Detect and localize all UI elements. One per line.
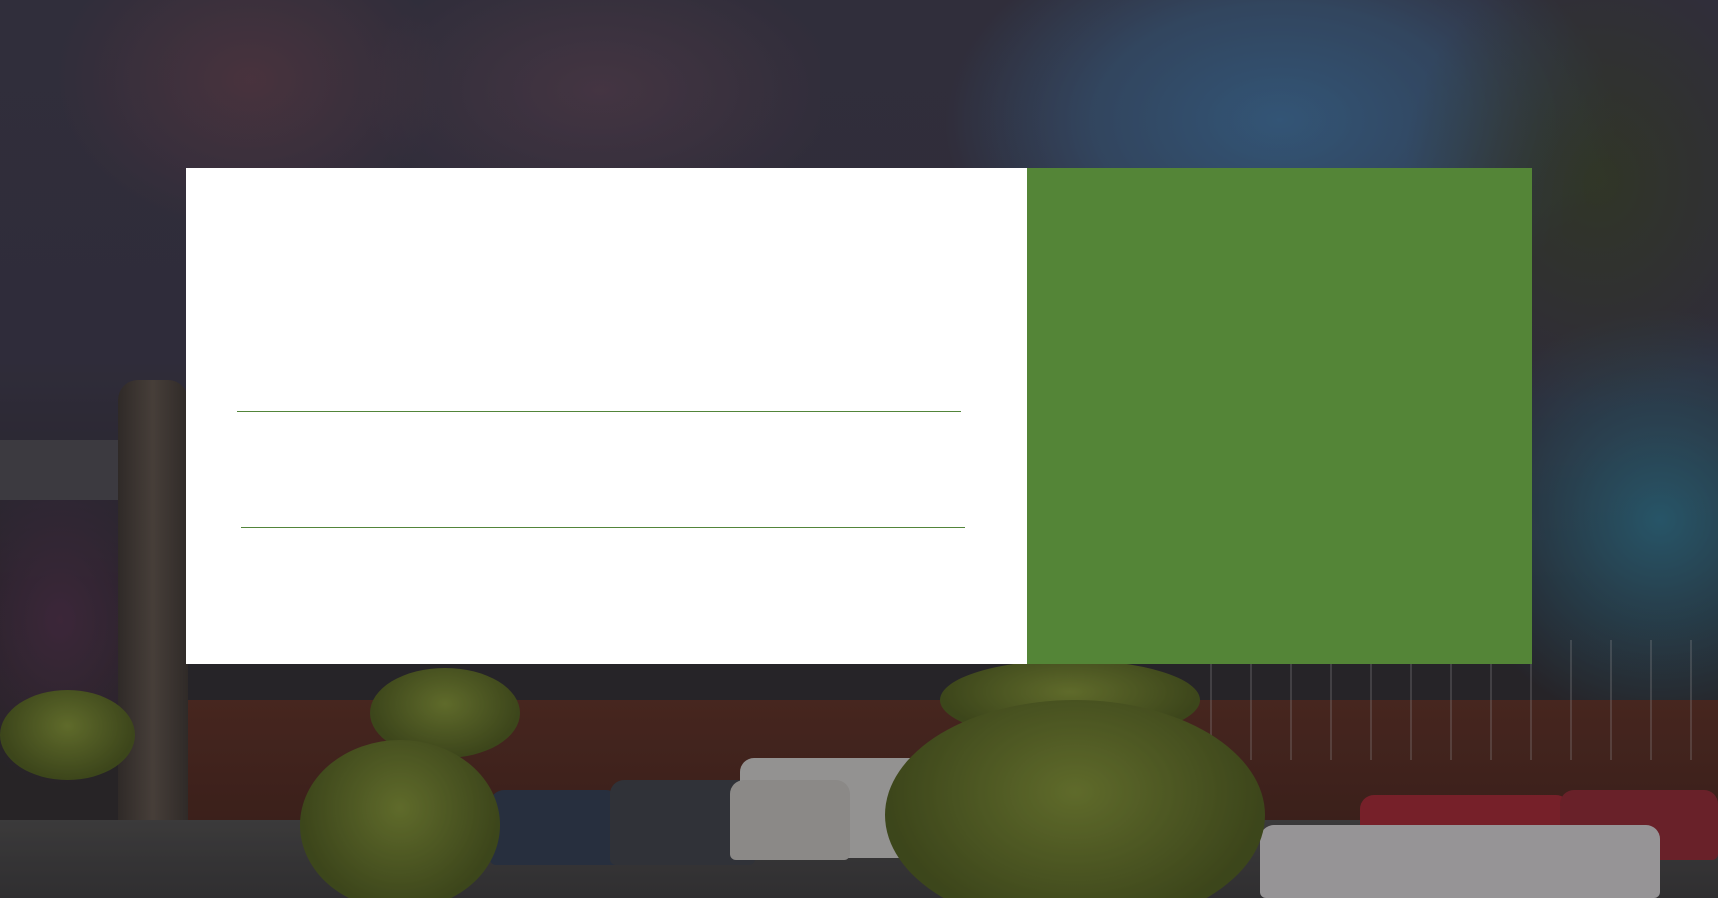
form-card	[186, 168, 1027, 664]
input-underline-first[interactable]	[237, 411, 961, 412]
side-panel	[1027, 168, 1532, 664]
input-underline-second[interactable]	[241, 527, 965, 528]
page	[0, 0, 1718, 898]
